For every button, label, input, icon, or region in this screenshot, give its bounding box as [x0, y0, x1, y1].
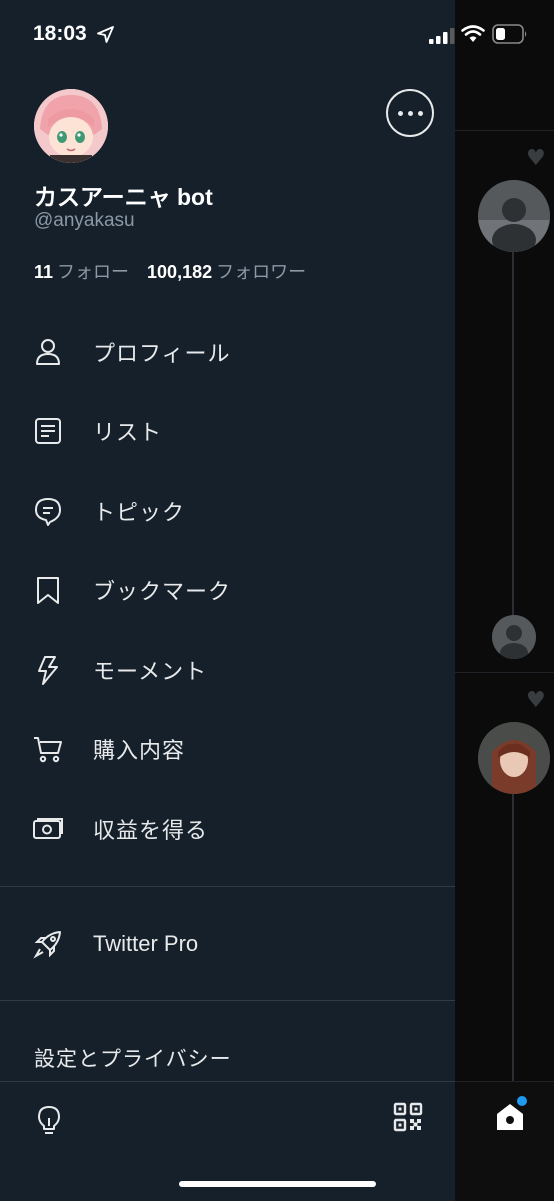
following-count: 11	[34, 262, 54, 282]
background-timeline: ♥ ♥	[455, 0, 554, 1201]
clock: 18:03	[33, 22, 87, 45]
wifi-icon	[461, 25, 485, 42]
following-link[interactable]: 11 フォロー	[34, 262, 129, 282]
cellular-signal-icon	[429, 28, 455, 44]
menu-item-label: ブックマーク	[93, 580, 232, 605]
money-icon	[33, 814, 63, 844]
dot-icon	[407, 110, 413, 116]
menu-item-twitter-pro[interactable]: Twitter Pro	[0, 909, 455, 979]
list-icon	[33, 416, 63, 446]
following-label: フォロー	[57, 262, 130, 282]
tweet-avatar[interactable]	[478, 180, 550, 252]
timeline-divider	[455, 130, 554, 131]
menu-divider	[0, 1000, 455, 1001]
rocket-icon	[33, 929, 63, 959]
followers-count: 100,182	[147, 262, 213, 282]
menu-item-label: 収益を得る	[93, 819, 209, 844]
followers-link[interactable]: 100,182 フォロワー	[147, 262, 306, 282]
side-drawer: カスアーニャ bot @anyakasu 11 フォロー 100,182 フォロワー …	[0, 0, 455, 1201]
tweet-avatar[interactable]	[478, 722, 550, 794]
followers-label: フォロワー	[216, 262, 307, 282]
background-tab-bar	[455, 1081, 554, 1201]
menu-item-label: プロフィール	[93, 342, 231, 367]
menu-item-lists[interactable]: リスト	[0, 396, 455, 466]
more-options-button[interactable]	[386, 89, 434, 137]
menu-item-purchases[interactable]: 購入内容	[0, 714, 455, 784]
heart-icon[interactable]: ♥	[526, 690, 546, 712]
topic-icon	[33, 496, 63, 526]
menu-item-bookmarks[interactable]: ブックマーク	[0, 555, 455, 625]
menu-item-label: Twitter Pro	[93, 931, 199, 956]
menu-item-profile[interactable]: プロフィール	[0, 317, 455, 387]
menu-item-label: 購入内容	[93, 739, 186, 764]
home-icon[interactable]	[495, 1102, 525, 1132]
home-indicator	[179, 1181, 376, 1187]
menu-item-label: モーメント	[93, 660, 208, 685]
profile-avatar[interactable]	[34, 89, 108, 163]
tweet-avatar-small[interactable]	[492, 615, 536, 659]
menu-item-monetization[interactable]: 収益を得る	[0, 794, 455, 864]
dot-icon	[417, 110, 423, 116]
timeline-divider	[455, 672, 554, 673]
menu-item-label: トピック	[93, 501, 186, 526]
follow-counts: 11 フォロー 100,182 フォロワー	[34, 258, 306, 284]
thread-line	[512, 794, 514, 1081]
menu-item-label: リスト	[93, 421, 163, 446]
qr-code-icon[interactable]	[393, 1102, 423, 1132]
menu-item-topics[interactable]: トピック	[0, 476, 455, 546]
settings-and-privacy-link[interactable]: 設定とプライバシー	[34, 1043, 232, 1073]
menu-divider	[0, 886, 455, 887]
dot-icon	[397, 110, 403, 116]
user-handle[interactable]: @anyakasu	[34, 210, 135, 232]
lightning-icon	[33, 655, 63, 685]
status-bar: 18:03	[0, 0, 554, 64]
thread-line	[512, 250, 514, 615]
person-icon	[33, 337, 63, 367]
display-name[interactable]: カスアーニャ bot	[34, 178, 213, 212]
bookmark-icon	[33, 575, 63, 605]
cart-icon	[33, 734, 63, 764]
heart-icon[interactable]: ♥	[526, 148, 546, 170]
location-arrow-icon	[97, 26, 114, 43]
menu-item-moments[interactable]: モーメント	[0, 635, 455, 705]
lightbulb-icon[interactable]	[35, 1104, 63, 1136]
notification-dot	[517, 1096, 527, 1106]
battery-icon	[492, 24, 527, 44]
